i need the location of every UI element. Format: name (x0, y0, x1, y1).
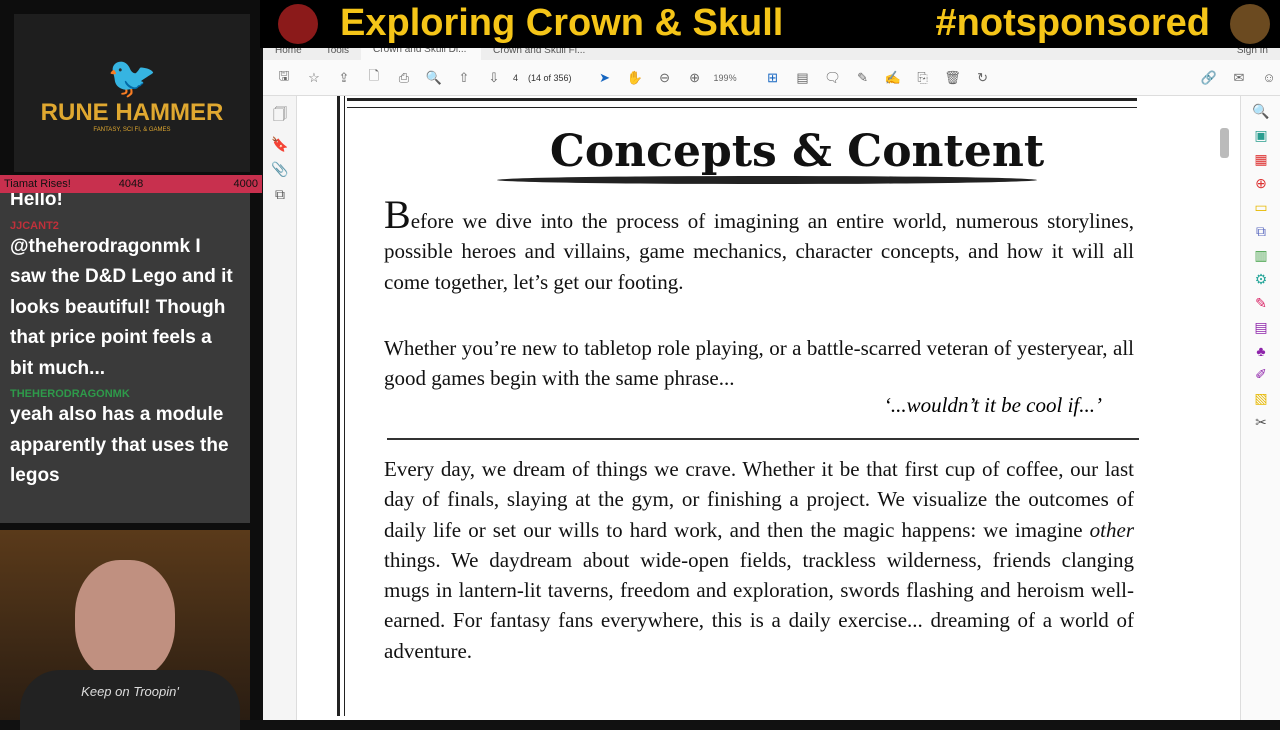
chat-box: Hello! JJCANT2 @theherodragonmk I saw th… (0, 193, 250, 523)
mascot-icon (1230, 4, 1270, 44)
comment-tool-icon[interactable]: ▭ (1250, 199, 1272, 216)
scrollbar-thumb[interactable] (1220, 128, 1229, 158)
page-up-icon[interactable]: ⇧ (453, 70, 475, 86)
right-tools-rail: 🔍 ▣ ▦ ⊕ ▭ ⧉ ▥ ⚙ ✎ ▤ ♣ ✐ ▧ ✂ (1240, 96, 1280, 720)
paragraph-text: things. We daydream about wide-open fiel… (384, 547, 1134, 663)
page-navigator: 4 (14 of 356) (513, 73, 572, 83)
page-count: (14 of 356) (528, 72, 572, 83)
divider (387, 438, 1139, 440)
layers-icon[interactable]: ⧉ (269, 186, 291, 203)
paragraph-text: Every day, we dream of things we crave. … (384, 457, 1134, 542)
stream-title: Exploring Crown & Skull (340, 2, 784, 44)
minus-icon[interactable]: ⊖ (654, 70, 676, 86)
rotate-icon[interactable]: ↻ (972, 70, 994, 86)
pages-icon[interactable]: 🗍 (269, 104, 291, 128)
stamp-icon[interactable]: ⎘ (912, 70, 934, 86)
webcam: Keep on Troopin' (0, 530, 250, 730)
runehammer-logo: 🐦 RUNE HAMMER FANTASY, SCI FI, & GAMES (14, 14, 250, 172)
page-input[interactable]: 4 (513, 73, 518, 83)
zoom-select[interactable]: 199% (714, 73, 754, 83)
combine-icon[interactable]: ⧉ (1250, 223, 1272, 240)
quote: ‘...wouldn’t it be cool if...’ (883, 393, 1102, 417)
pdf-page: Concepts & Content Before we dive into t… (307, 96, 1227, 720)
fit-icon[interactable]: ⊞ (762, 70, 784, 86)
chat-message: Hello! (10, 193, 63, 210)
search-icon[interactable]: 🔍 (1250, 103, 1272, 120)
toolbar: 🖫 ☆ ⇪ 🗋 ⎙ 🔍 ⇧ ⇩ 4 (14 of 356) ➤ ✋ ⊖ ⊕ 19… (263, 60, 1280, 96)
stream-overlay-left: 🐦 RUNE HAMMER FANTASY, SCI FI, & GAMES T… (0, 0, 262, 730)
save-icon[interactable]: 🖫 (273, 67, 295, 89)
goal-bar: Tiamat Rises! 4048 4000 (0, 175, 262, 193)
pdf-viewer: Home Tools Crown and Skull Di... Crown a… (263, 40, 1280, 720)
dragon-logo-icon (278, 4, 318, 44)
scrollbar[interactable] (1218, 96, 1230, 720)
compress-icon[interactable]: ▥ (1250, 247, 1272, 264)
scan-icon[interactable]: ▧ (1250, 390, 1272, 407)
drop-cap: B (384, 192, 411, 237)
select-icon[interactable]: ➤ (594, 70, 616, 86)
ravens-icon: 🐦 (107, 55, 157, 100)
protect-icon[interactable]: ⚙ (1250, 271, 1272, 288)
ruler-icon[interactable]: ▤ (792, 70, 814, 86)
star-icon[interactable]: ☆ (303, 70, 325, 86)
page-down-icon[interactable]: ⇩ (483, 70, 505, 86)
chat-username: JJCANT2 (10, 219, 59, 232)
document-icon[interactable]: 🗋 (363, 67, 385, 89)
trash-icon[interactable]: 🗑 (942, 70, 964, 86)
paragraph-text: efore we dive into the process of imagin… (384, 209, 1134, 294)
paragraph-2: Whether you’re new to tabletop role play… (384, 336, 1134, 391)
chat-message: @theherodragonmk I saw the D&D Lego and … (10, 235, 233, 379)
zoom-out-icon[interactable]: 🔍 (423, 70, 445, 86)
page-border-decoration (337, 96, 345, 716)
export-pdf-icon[interactable]: ▣ (1250, 127, 1272, 144)
upload-icon[interactable]: ⇪ (333, 70, 355, 86)
share-icon[interactable]: 🔗 (1198, 70, 1220, 86)
fill-sign-icon[interactable]: ✎ (1250, 295, 1272, 312)
chat-username: THEHERODRAGONMK (10, 388, 130, 400)
goal-current: 4048 (118, 178, 144, 190)
sword-border-decoration (347, 98, 1137, 108)
paragraph-3: Every day, we dream of things we crave. … (384, 454, 1134, 666)
page-title: Concepts & Content (549, 126, 1045, 177)
chat-message: yeah also has a module apparently that u… (10, 404, 229, 486)
paragraph-1: Before we dive into the process of imagi… (384, 195, 1134, 297)
create-pdf-icon[interactable]: ⊕ (1250, 175, 1272, 192)
hand-icon[interactable]: ✋ (624, 70, 646, 86)
title-underline (497, 176, 1037, 184)
share-tool-icon[interactable]: ♣ (1250, 343, 1272, 359)
sign-icon[interactable]: ✍ (882, 70, 904, 86)
pen-icon[interactable]: ✎ (852, 70, 874, 86)
attachment-icon[interactable]: 📎 (269, 161, 291, 178)
left-rail: 🗍 🔖 📎 ⧉ (263, 96, 297, 720)
stream-banner: Exploring Crown & Skull #notsponsored (260, 0, 1280, 48)
emphasis: other (1089, 517, 1134, 542)
comment-icon[interactable]: 🗨 (822, 70, 844, 86)
organize-icon[interactable]: ▦ (1250, 151, 1272, 168)
edit-icon[interactable]: ✐ (1250, 366, 1272, 383)
more-tools-icon[interactable]: ✂ (1250, 414, 1272, 431)
mail-icon[interactable]: ✉ (1228, 70, 1250, 86)
bookmark-icon[interactable]: 🔖 (269, 136, 291, 153)
shirt-text: Keep on Troopin' (20, 670, 240, 730)
send-icon[interactable]: ▤ (1250, 319, 1272, 336)
plus-icon[interactable]: ⊕ (684, 70, 706, 86)
stream-tag: #notsponsored (935, 2, 1210, 44)
print-icon[interactable]: ⎙ (393, 70, 415, 86)
goal-label: Tiamat Rises! (4, 178, 71, 190)
streamer-face (75, 560, 175, 680)
user-icon[interactable]: ☺ (1258, 70, 1280, 85)
goal-target: 4000 (233, 178, 259, 190)
